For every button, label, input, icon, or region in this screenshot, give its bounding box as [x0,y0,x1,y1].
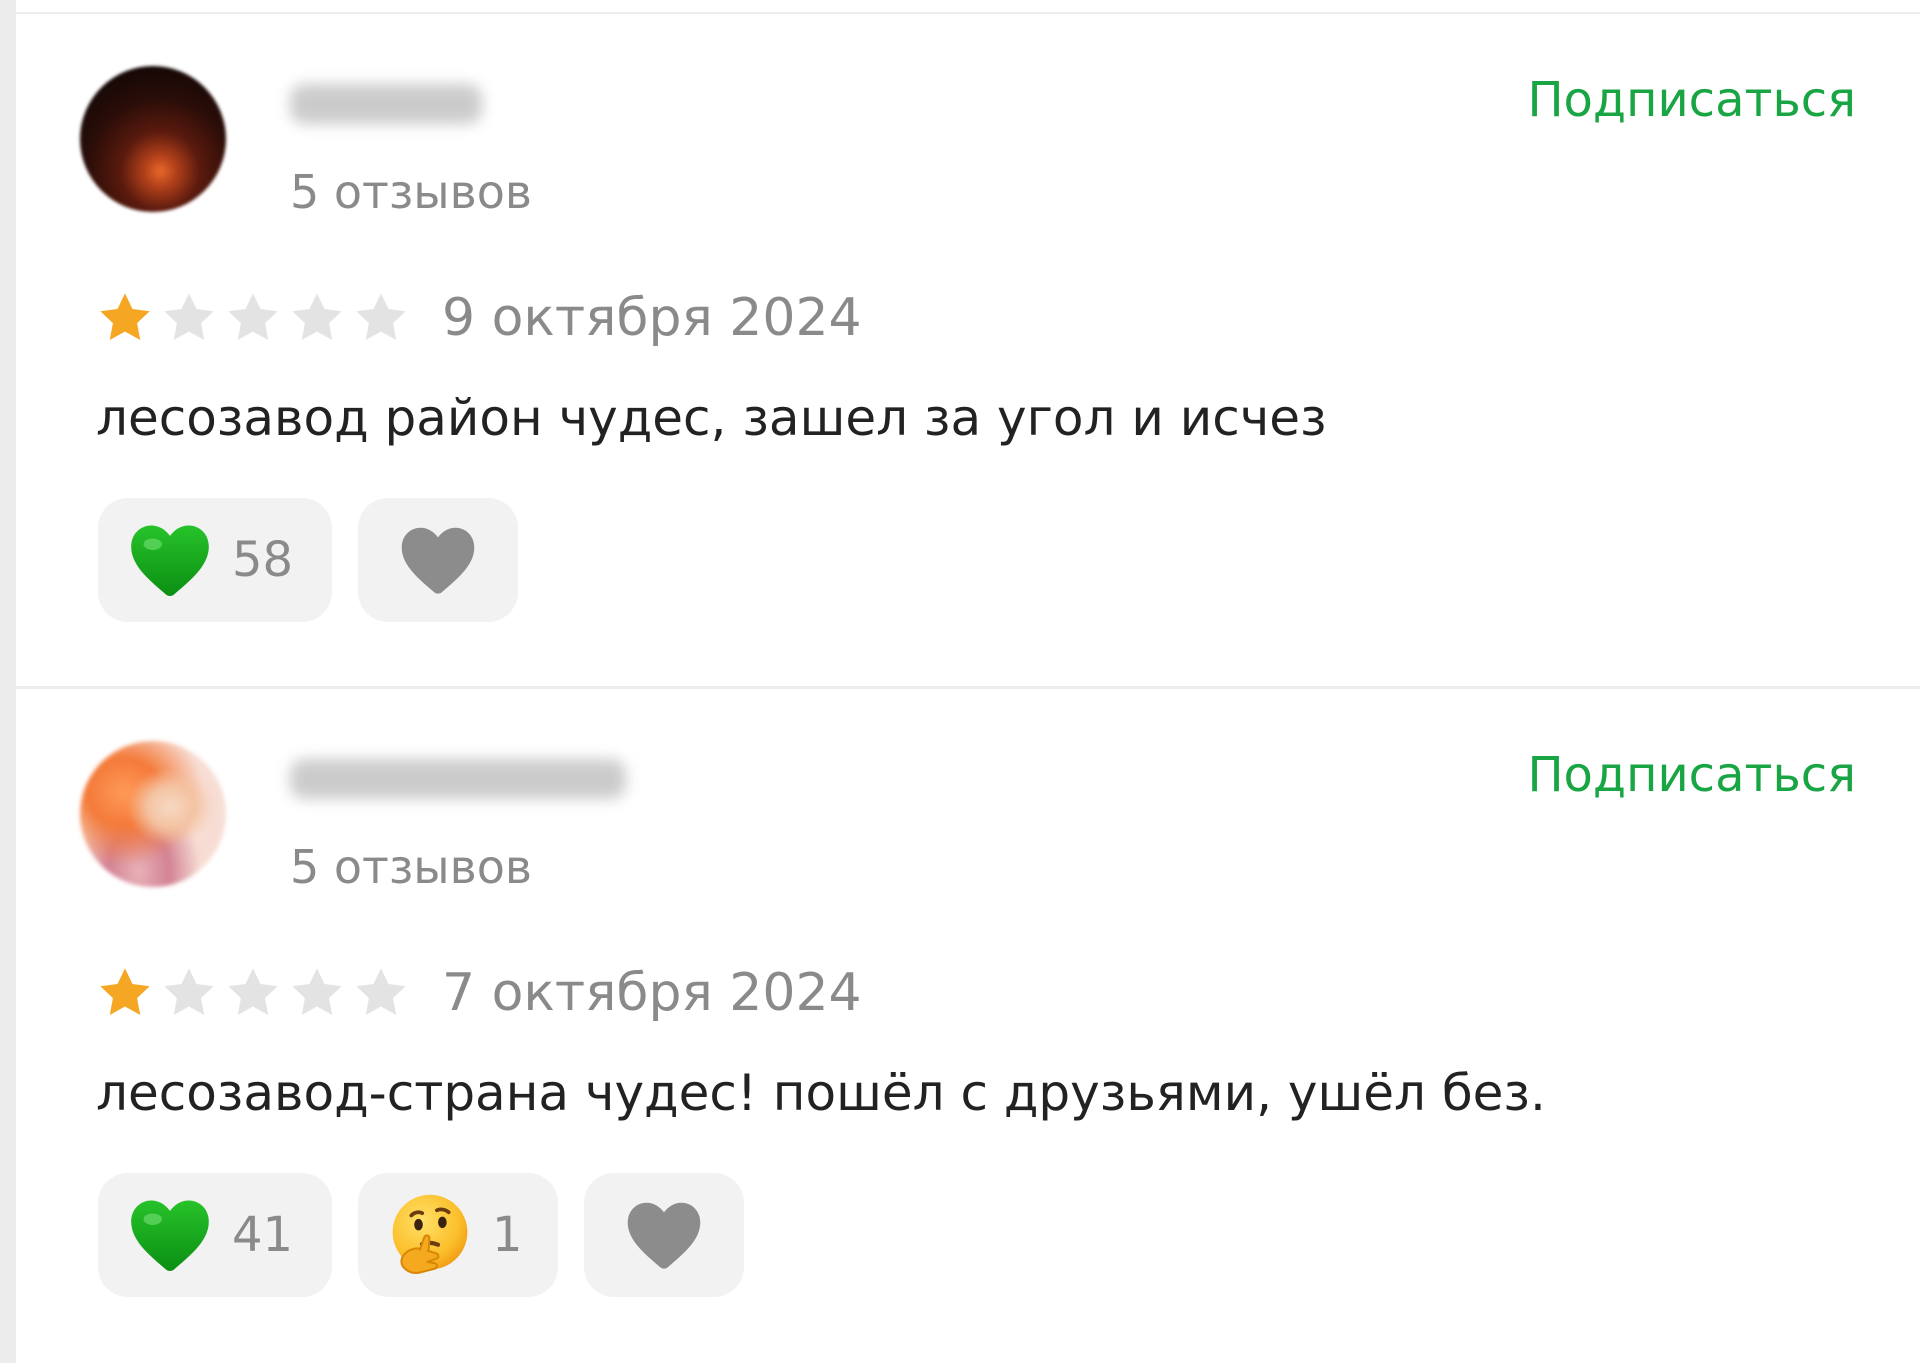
star-empty-icon [164,968,214,1015]
review-card: 5 отзывов Подписаться 9 октября 2024 лес… [16,14,1920,674]
star-empty-icon [228,293,278,340]
avatar[interactable] [80,741,226,887]
reaction-count: 58 [232,532,294,588]
star-filled-icon [100,293,150,340]
rating-row: 7 октября 2024 [96,963,862,1023]
username-blurred[interactable] [290,84,482,124]
reaction-thinking-face-button[interactable]: 1 [358,1173,558,1297]
reaction-green-heart-button[interactable]: 41 [98,1173,332,1297]
add-reaction-button[interactable] [358,498,518,622]
avatar[interactable] [80,66,226,212]
reaction-count: 1 [492,1207,523,1263]
review-date: 9 октября 2024 [442,288,862,348]
review-text: лесозавод-страна чудес! пошёл с друзьями… [96,1064,1546,1122]
review-text: лесозавод район чудес, зашел за угол и и… [96,389,1327,447]
star-empty-icon [228,968,278,1015]
reviews-list: 5 отзывов Подписаться 9 октября 2024 лес… [16,0,1920,1363]
rating-row: 9 октября 2024 [96,288,862,348]
reactions-row: 41 1 [98,1173,744,1297]
review-date: 7 октября 2024 [442,963,862,1023]
username-blurred[interactable] [290,759,626,799]
star-rating [96,289,410,347]
star-filled-icon [100,968,150,1015]
author-reviews-count[interactable]: 5 отзывов [290,839,532,895]
add-reaction-button[interactable] [584,1173,744,1297]
green-heart-icon [131,1200,209,1271]
subscribe-button[interactable]: Подписаться [1527,70,1856,130]
reaction-green-heart-button[interactable]: 58 [98,498,332,622]
star-empty-icon [164,293,214,340]
subscribe-button[interactable]: Подписаться [1527,745,1856,805]
star-empty-icon [292,968,342,1015]
star-empty-icon [356,968,406,1015]
gray-heart-icon [627,1202,701,1269]
star-rating [96,964,410,1022]
review-card: 5 отзывов Подписаться 7 октября 2024 лес… [16,689,1920,1349]
author-reviews-count[interactable]: 5 отзывов [290,164,532,220]
thinking-face-icon [392,1194,468,1274]
reaction-count: 41 [232,1207,294,1263]
star-empty-icon [356,293,406,340]
star-empty-icon [292,293,342,340]
reactions-row: 58 [98,498,518,622]
green-heart-icon [131,525,209,596]
gray-heart-icon [401,527,475,594]
